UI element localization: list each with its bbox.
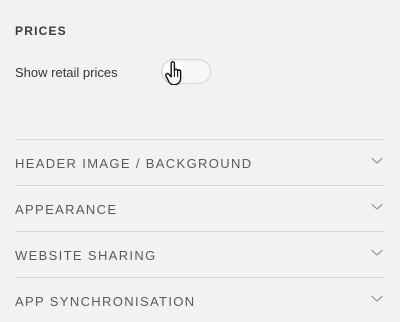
show-retail-prices-row: Show retail prices [15, 57, 385, 87]
chevron-down-icon [371, 203, 383, 210]
accordion-item-app-synchronisation[interactable]: APP SYNCHRONISATION [15, 277, 385, 322]
chevron-down-icon [371, 249, 383, 256]
accordion-label: WEBSITE SHARING [15, 248, 157, 263]
show-retail-prices-label: Show retail prices [15, 65, 118, 80]
settings-accordion: HEADER IMAGE / BACKGROUND APPEARANCE WEB… [15, 139, 385, 322]
prices-section-title: PRICES [15, 24, 67, 38]
accordion-item-header-image-background[interactable]: HEADER IMAGE / BACKGROUND [15, 139, 385, 185]
toggle-knob [163, 61, 184, 82]
settings-panel: PRICES Show retail prices HEADER IMAGE /… [0, 0, 400, 322]
accordion-item-appearance[interactable]: APPEARANCE [15, 185, 385, 231]
accordion-item-website-sharing[interactable]: WEBSITE SHARING [15, 231, 385, 277]
chevron-down-icon [371, 295, 383, 302]
accordion-label: APPEARANCE [15, 202, 118, 217]
chevron-down-icon [371, 157, 383, 164]
show-retail-prices-toggle[interactable] [161, 59, 211, 84]
accordion-label: HEADER IMAGE / BACKGROUND [15, 156, 253, 171]
accordion-label: APP SYNCHRONISATION [15, 294, 196, 309]
